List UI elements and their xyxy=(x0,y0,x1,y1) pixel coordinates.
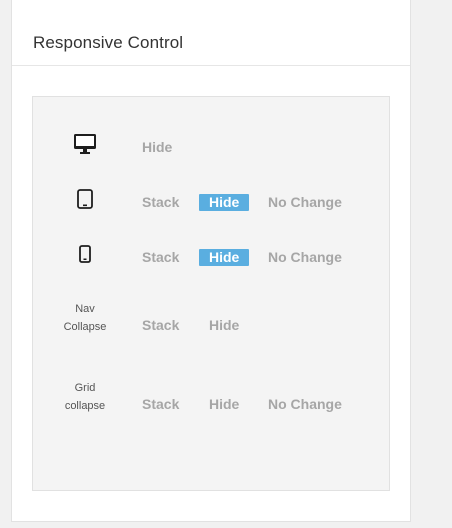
panel-title: Responsive Control xyxy=(33,33,184,52)
responsive-options-box: Hide Stack Hide No Change Stack Hide No … xyxy=(32,96,390,491)
desktop-icon xyxy=(53,133,117,155)
tablet-no-change-button[interactable]: No Change xyxy=(268,194,342,211)
nav-collapse-stack-button[interactable]: Stack xyxy=(142,317,179,334)
grid-collapse-label: Grid collapse xyxy=(53,379,117,415)
tablet-stack-button[interactable]: Stack xyxy=(142,194,179,211)
phone-stack-button[interactable]: Stack xyxy=(142,249,179,266)
tablet-hide-button[interactable]: Hide xyxy=(199,194,250,211)
grid-collapse-stack-button[interactable]: Stack xyxy=(142,396,179,413)
nav-collapse-label-line2: Collapse xyxy=(63,321,107,333)
panel-header: Responsive Control xyxy=(12,0,410,66)
tablet-icon xyxy=(53,189,117,209)
grid-collapse-label-line1: Grid xyxy=(74,382,96,394)
nav-collapse-label-line1: Nav xyxy=(75,303,95,315)
phone-no-change-button[interactable]: No Change xyxy=(268,249,342,266)
nav-collapse-hide-button[interactable]: Hide xyxy=(209,317,239,334)
grid-collapse-no-change-button[interactable]: No Change xyxy=(268,396,342,413)
desktop-hide-button[interactable]: Hide xyxy=(142,139,172,156)
responsive-control-panel: Responsive Control Hide Stack Hide No Ch… xyxy=(11,0,411,522)
grid-collapse-hide-button[interactable]: Hide xyxy=(209,396,239,413)
phone-icon xyxy=(53,245,117,263)
phone-hide-button[interactable]: Hide xyxy=(199,249,250,266)
grid-collapse-label-line2: collapse xyxy=(64,400,106,412)
nav-collapse-label: Nav Collapse xyxy=(53,300,117,336)
